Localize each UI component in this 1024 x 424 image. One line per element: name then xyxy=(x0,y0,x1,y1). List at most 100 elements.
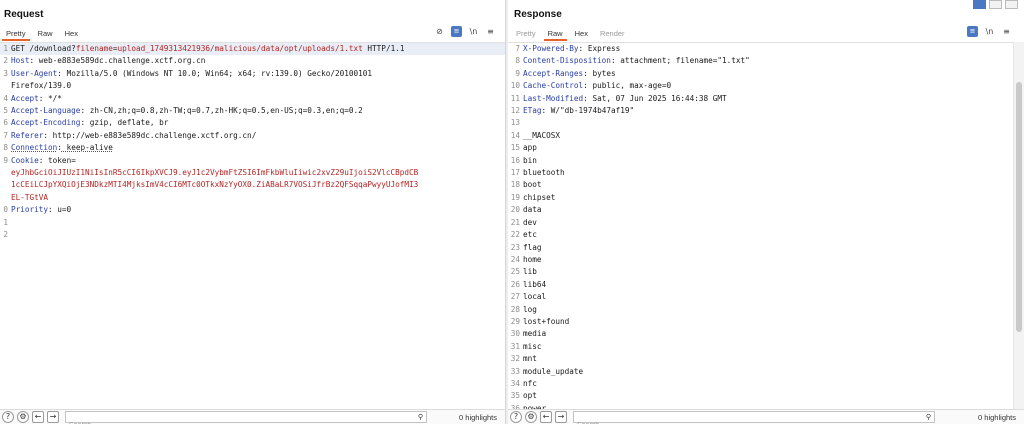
line-content: module_update xyxy=(523,366,1024,378)
text-line: app xyxy=(523,143,537,153)
line-number: 16 xyxy=(510,155,520,165)
response-tab-pretty[interactable]: Pretty xyxy=(510,27,542,41)
search-icon[interactable]: ⚲ xyxy=(418,412,423,422)
line-content: ETag: W/"db-1974b47af19" xyxy=(523,106,635,116)
header-value: http://web-e883e589dc.challenge.xctf.org… xyxy=(48,130,257,140)
request-tabs: Pretty Raw Hex xyxy=(0,27,84,41)
menu-icon[interactable]: ≡ xyxy=(485,26,496,37)
layout-stacked-button[interactable] xyxy=(989,0,1002,9)
line-number: 8 xyxy=(3,143,8,153)
http-method: GET xyxy=(11,44,25,53)
code-line: 22 etc xyxy=(508,229,1024,241)
text-line: opt xyxy=(523,391,537,401)
text-line: bluetooth xyxy=(523,168,565,178)
code-line: 6 Accept-Encoding: gzip, deflate, br xyxy=(0,117,505,129)
code-line: 9 Cookie: token= xyxy=(0,155,505,167)
line-number: 6 xyxy=(3,118,8,128)
line-content: misc xyxy=(523,341,1024,353)
help-icon[interactable]: ? xyxy=(2,411,14,423)
search-icon[interactable]: ⚲ xyxy=(926,412,931,422)
header-name: Accept-Ranges xyxy=(523,68,584,78)
back-arrow-icon[interactable]: ← xyxy=(32,411,44,423)
line-number: 30 xyxy=(510,329,520,339)
line-number: 28 xyxy=(510,304,520,314)
response-scrollbar[interactable] xyxy=(1013,42,1024,409)
line-number: 27 xyxy=(510,292,520,302)
line-number: 29 xyxy=(510,316,520,326)
line-number: 0 xyxy=(3,205,8,215)
help-icon[interactable]: ? xyxy=(510,411,522,423)
code-line: 4 Accept: */* xyxy=(0,93,505,105)
line-content: chipset xyxy=(523,192,1024,204)
layout-toggle xyxy=(973,0,1018,9)
line-content: boot xyxy=(523,179,1024,191)
line-number xyxy=(0,80,11,92)
newline-icon[interactable]: \n xyxy=(468,26,479,37)
line-content: Cookie: token= xyxy=(11,155,76,165)
line-content xyxy=(523,117,1024,129)
line-content: nfc xyxy=(523,378,1024,390)
code-line: 5 Accept-Language: zh-CN,zh;q=0.8,zh-TW;q… xyxy=(0,105,505,117)
forward-arrow-icon[interactable]: → xyxy=(47,411,59,423)
response-search-input[interactable] xyxy=(574,420,914,424)
text-line: misc xyxy=(523,341,542,351)
text-line: lost+found xyxy=(523,316,570,326)
code-line: eyJhbGciOiJIUzI1NiIsInR5cCI6IkpXVCJ9.eyJ… xyxy=(0,167,505,179)
text-line: chipset xyxy=(523,192,556,202)
wrap-icon[interactable]: ≡ xyxy=(451,26,462,37)
line-content: Accept-Ranges: bytes xyxy=(523,68,616,78)
request-tab-raw[interactable]: Raw xyxy=(32,27,59,41)
newline-icon[interactable]: \n xyxy=(984,26,995,37)
line-content: Connection: keep-alive xyxy=(11,143,113,153)
line-content: lost+found xyxy=(523,316,1024,328)
code-line: 2 Host: web-e883e589dc.challenge.xctf.org… xyxy=(0,55,505,67)
header-name: Host xyxy=(11,56,30,66)
code-line: 10 Cache-Control: public, max-age=0 xyxy=(508,80,1024,92)
response-tab-hex[interactable]: Hex xyxy=(569,27,594,41)
line-number: 34 xyxy=(510,378,520,388)
settings-gear-icon[interactable]: ⚙ xyxy=(525,411,537,423)
menu-icon[interactable]: ≡ xyxy=(1001,26,1012,37)
http-protocol: HTTP/1.1 xyxy=(362,44,405,53)
forward-arrow-icon[interactable]: → xyxy=(555,411,567,423)
text-line: lib xyxy=(523,267,537,277)
layout-tabs-button[interactable] xyxy=(1005,0,1018,9)
response-toolbar: ≡ \n ≡ xyxy=(967,26,1012,37)
code-line: 20 data xyxy=(508,204,1024,216)
code-line: 25 lib xyxy=(508,266,1024,278)
request-search-input[interactable] xyxy=(66,420,406,424)
response-tab-raw[interactable]: Raw xyxy=(542,27,569,41)
code-line: 16 bin xyxy=(508,155,1024,167)
request-tab-hex[interactable]: Hex xyxy=(59,27,84,41)
line-number: 15 xyxy=(510,143,520,153)
wrap-icon[interactable]: ≡ xyxy=(967,26,978,37)
text-line: local xyxy=(523,292,547,302)
line-content: Accept: */* xyxy=(11,93,62,103)
request-editor[interactable]: 1 GET /download?filename=upload_174931342… xyxy=(0,42,505,409)
back-arrow-icon[interactable]: ← xyxy=(540,411,552,423)
header-value: Express xyxy=(583,44,621,53)
request-path: /download? xyxy=(24,44,76,53)
line-number: 1 xyxy=(3,44,8,53)
code-line: 0 Priority: u=0 xyxy=(0,204,505,216)
request-tab-pretty[interactable]: Pretty xyxy=(0,27,32,41)
line-number: 26 xyxy=(510,279,520,289)
line-content: Accept-Language: zh-CN,zh;q=0.8,zh-TW;q=… xyxy=(11,106,363,116)
query-param-name: filename xyxy=(75,44,113,53)
response-editor[interactable]: 7 X-Powered-By: Express 8 Content-Dispositi… xyxy=(508,42,1024,409)
line-content: mnt xyxy=(523,353,1024,365)
eye-off-icon[interactable]: ⊘ xyxy=(434,26,445,37)
code-line: 8 Content-Disposition: attachment; filena… xyxy=(508,55,1024,67)
code-line: 9 Accept-Ranges: bytes xyxy=(508,68,1024,80)
text-line: media xyxy=(523,329,547,339)
text-line: flag xyxy=(523,242,542,252)
scrollbar-thumb[interactable] xyxy=(1016,82,1022,332)
line-content: data xyxy=(523,204,1024,216)
response-tab-render[interactable]: Render xyxy=(594,27,631,41)
line-number: 35 xyxy=(510,391,520,401)
code-line: 35 opt xyxy=(508,390,1024,402)
request-title: Request xyxy=(4,9,44,20)
layout-side-by-side-button[interactable] xyxy=(973,0,986,9)
settings-gear-icon[interactable]: ⚙ xyxy=(17,411,29,423)
line-content: User-Agent: Mozilla/5.0 (Windows NT 10.0… xyxy=(11,68,373,78)
